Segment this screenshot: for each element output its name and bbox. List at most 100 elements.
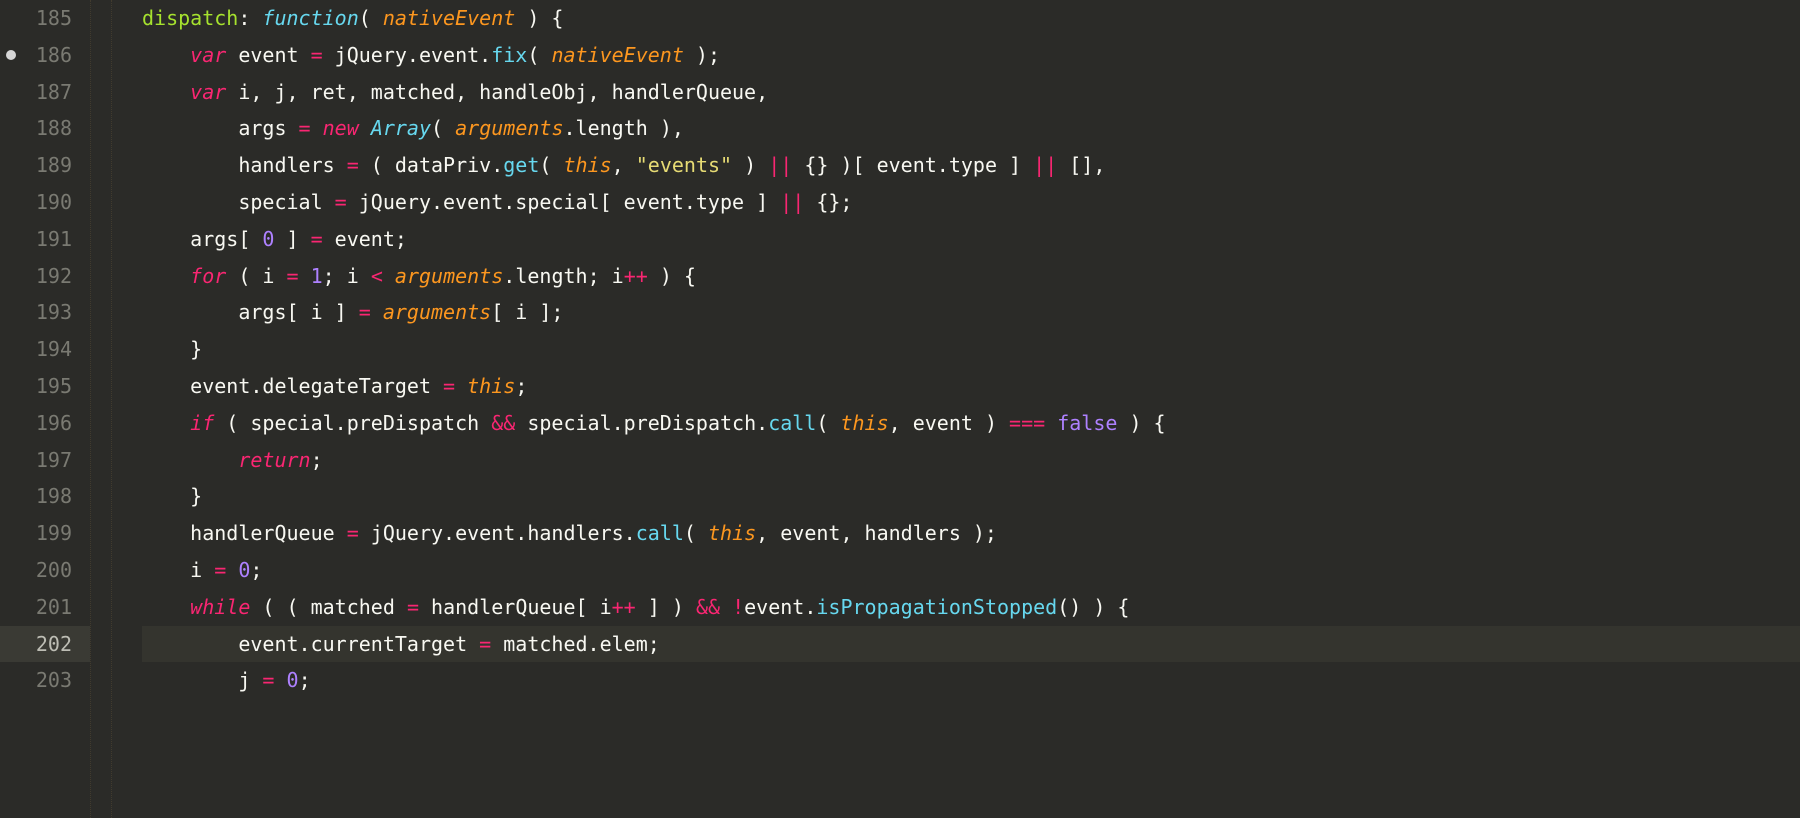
token-kw2: !	[732, 595, 744, 619]
token-param: arguments	[455, 116, 563, 140]
token-kw2: ++	[624, 264, 648, 288]
token-kw2: ++	[612, 595, 636, 619]
token-p: ( i	[226, 264, 286, 288]
line-number[interactable]: 199	[0, 515, 90, 552]
code-line[interactable]: event.delegateTarget = this;	[142, 368, 1800, 405]
line-number[interactable]: 200	[0, 552, 90, 589]
token-p: (	[431, 116, 455, 140]
code-line[interactable]: args[ i ] = arguments[ i ];	[142, 294, 1800, 331]
code-line[interactable]: for ( i = 1; i < arguments.length; i++ )…	[142, 258, 1800, 295]
token-p: jQuery.event.	[323, 43, 492, 67]
token-name: dispatch	[142, 6, 238, 30]
token-p: (	[527, 43, 551, 67]
token-str: "events"	[636, 153, 732, 177]
token-kw: var	[190, 43, 226, 67]
line-number[interactable]: 196	[0, 405, 90, 442]
line-number[interactable]: 190	[0, 184, 90, 221]
token-kw2: =	[407, 595, 419, 619]
token-kw: if	[190, 411, 214, 435]
token-method: fix	[491, 43, 527, 67]
token-num: 0	[238, 558, 250, 582]
code-line[interactable]: i = 0;	[142, 552, 1800, 589]
token-p: ) {	[648, 264, 696, 288]
token-param: arguments	[383, 300, 491, 324]
token-p: [],	[1057, 153, 1105, 177]
code-line[interactable]: handlers = ( dataPriv.get( this, "events…	[142, 147, 1800, 184]
line-number[interactable]: 195	[0, 368, 90, 405]
line-number[interactable]: 201	[0, 589, 90, 626]
token-kw: new	[323, 116, 359, 140]
code-line[interactable]: if ( special.preDispatch && special.preD…	[142, 405, 1800, 442]
token-p: (	[359, 6, 383, 30]
code-line[interactable]: handlerQueue = jQuery.event.handlers.cal…	[142, 515, 1800, 552]
line-number[interactable]: 198	[0, 478, 90, 515]
token-fn: function	[262, 6, 358, 30]
line-number-gutter[interactable]: 1851861871881891901911921931941951961971…	[0, 0, 90, 818]
code-line[interactable]: event.currentTarget = matched.elem;	[142, 626, 1800, 663]
code-line[interactable]: var event = jQuery.event.fix( nativeEven…	[142, 37, 1800, 74]
token-kw2: =	[214, 558, 226, 582]
token-p: }	[190, 484, 202, 508]
code-line[interactable]: args[ 0 ] = event;	[142, 221, 1800, 258]
line-number[interactable]: 188	[0, 110, 90, 147]
code-editor[interactable]: 1851861871881891901911921931941951961971…	[0, 0, 1800, 818]
token-kw2: &&	[696, 595, 720, 619]
token-method: isPropagationStopped	[816, 595, 1057, 619]
token-param: this	[563, 153, 611, 177]
token-p: (	[539, 153, 563, 177]
code-area[interactable]: dispatch: function( nativeEvent ) { var …	[112, 0, 1800, 818]
code-line[interactable]: dispatch: function( nativeEvent ) {	[142, 0, 1800, 37]
line-number[interactable]: 186	[0, 37, 90, 74]
token-p: , event, handlers );	[756, 521, 997, 545]
token-kw2: ===	[1009, 411, 1045, 435]
token-p: }	[190, 337, 202, 361]
token-p: ; i	[323, 264, 371, 288]
code-line[interactable]: j = 0;	[142, 662, 1800, 699]
token-kw2: =	[335, 190, 347, 214]
token-p: i, j, ret, matched, handleObj, handlerQu…	[226, 80, 768, 104]
token-p: ) {	[1117, 411, 1165, 435]
token-kw2: ||	[780, 190, 804, 214]
token-p: args	[238, 116, 298, 140]
token-type: Array	[371, 116, 431, 140]
code-line[interactable]: }	[142, 331, 1800, 368]
token-p: event.currentTarget	[238, 632, 479, 656]
token-param: this	[840, 411, 888, 435]
token-p: jQuery.event.special[ event.type ]	[347, 190, 780, 214]
line-number[interactable]: 202	[0, 626, 90, 663]
token-num: 1	[311, 264, 323, 288]
line-number[interactable]: 193	[0, 294, 90, 331]
code-line[interactable]: return;	[142, 442, 1800, 479]
token-p: ;	[311, 448, 323, 472]
line-number[interactable]: 197	[0, 442, 90, 479]
line-number[interactable]: 191	[0, 221, 90, 258]
line-number[interactable]: 192	[0, 258, 90, 295]
code-line[interactable]: }	[142, 478, 1800, 515]
code-line[interactable]: special = jQuery.event.special[ event.ty…	[142, 184, 1800, 221]
token-p: ] )	[636, 595, 696, 619]
token-kw2: =	[311, 43, 323, 67]
token-param: this	[708, 521, 756, 545]
token-p: () ) {	[1057, 595, 1129, 619]
token-p: handlerQueue[ i	[419, 595, 612, 619]
line-number[interactable]: 203	[0, 662, 90, 699]
line-number[interactable]: 187	[0, 74, 90, 111]
token-kw2: =	[479, 632, 491, 656]
token-p: event;	[323, 227, 407, 251]
token-kw2: =	[443, 374, 455, 398]
token-p	[359, 116, 371, 140]
token-p	[371, 300, 383, 324]
line-number[interactable]: 185	[0, 0, 90, 37]
line-number[interactable]: 189	[0, 147, 90, 184]
token-kw2: <	[371, 264, 383, 288]
token-p	[383, 264, 395, 288]
line-number[interactable]: 194	[0, 331, 90, 368]
token-kw: return	[238, 448, 310, 472]
token-p: ;	[299, 668, 311, 692]
code-line[interactable]: args = new Array( arguments.length ),	[142, 110, 1800, 147]
code-line[interactable]: var i, j, ret, matched, handleObj, handl…	[142, 74, 1800, 111]
token-p: jQuery.event.handlers.	[359, 521, 636, 545]
token-p: )	[732, 153, 768, 177]
code-line[interactable]: while ( ( matched = handlerQueue[ i++ ] …	[142, 589, 1800, 626]
token-p: :	[238, 6, 262, 30]
